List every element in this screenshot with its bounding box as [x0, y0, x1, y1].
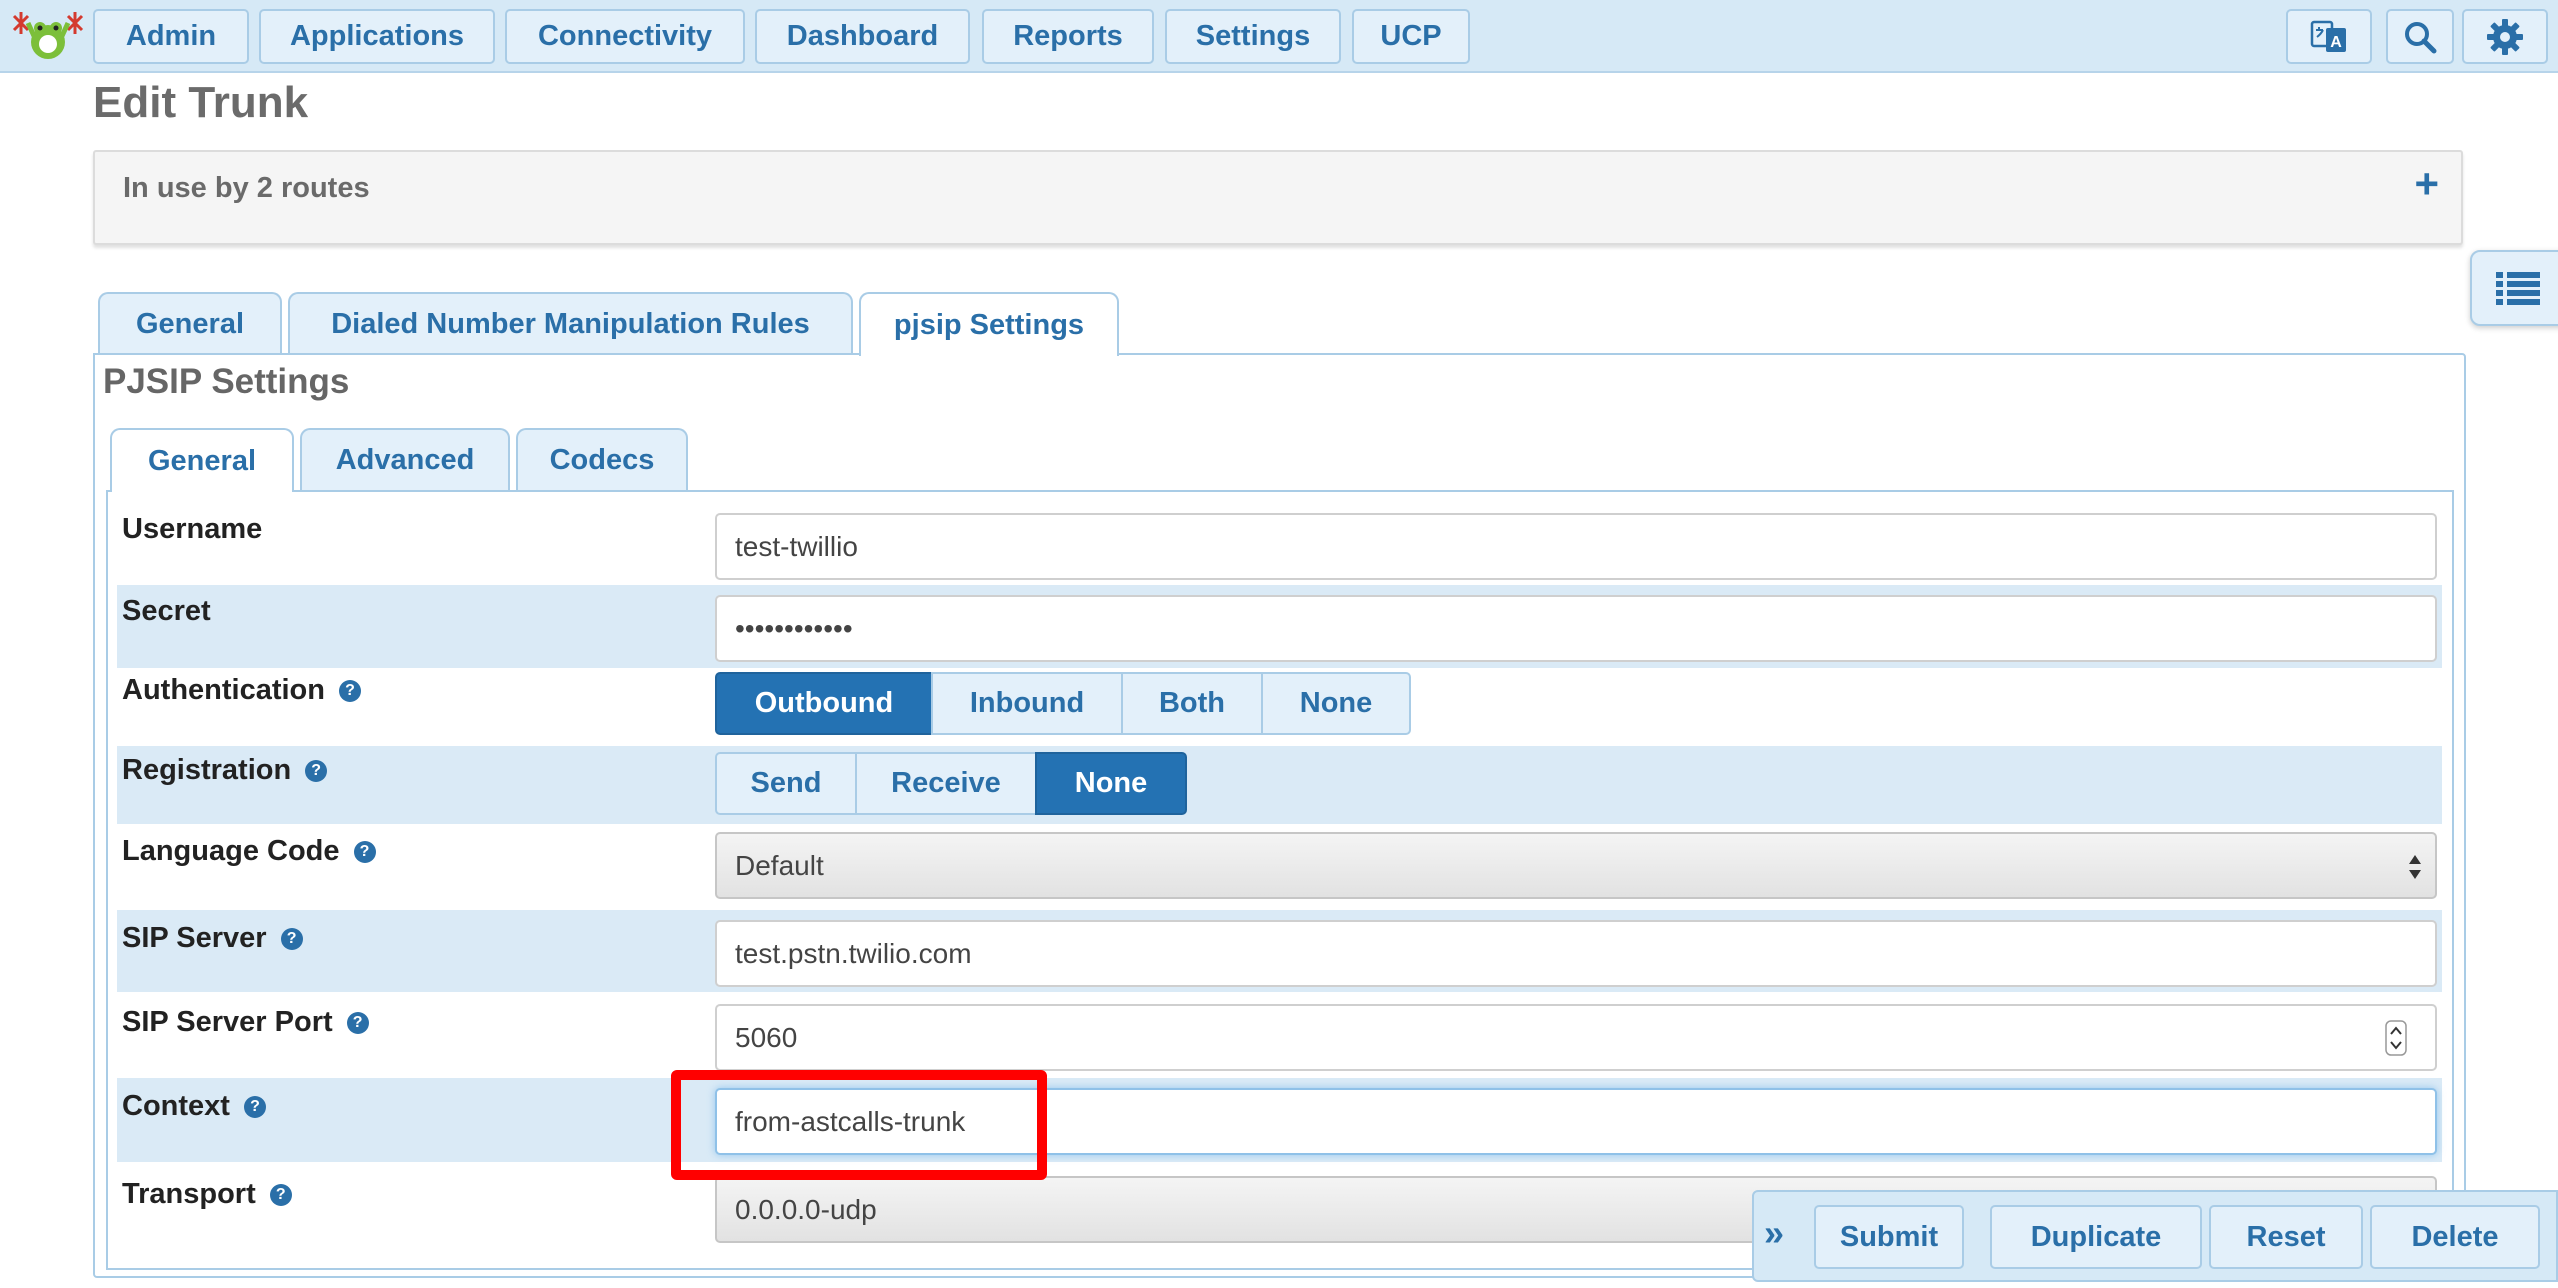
reset-button[interactable]: Reset	[2209, 1205, 2363, 1269]
settings-gear-button[interactable]	[2462, 9, 2548, 64]
freepbx-logo[interactable]	[8, 6, 88, 66]
registration-label: Registration ?	[122, 754, 328, 787]
transport-label: Transport ?	[122, 1178, 292, 1211]
sip-server-port-input[interactable]	[715, 1004, 2437, 1071]
language-code-value: Default	[735, 849, 824, 881]
registration-toggle-group: Send Receive None	[715, 752, 1187, 815]
sip-server-port-wrapper	[715, 1004, 2437, 1071]
sip-server-label: SIP Server ?	[122, 922, 303, 955]
section-title: PJSIP Settings	[103, 362, 350, 401]
gear-icon	[2487, 18, 2523, 55]
delete-button[interactable]: Delete	[2370, 1205, 2540, 1269]
secret-label: Secret	[122, 595, 211, 628]
subtab-advanced[interactable]: Advanced	[300, 428, 510, 490]
sip-server-input[interactable]	[715, 920, 2437, 987]
reg-send-button[interactable]: Send	[715, 752, 857, 815]
auth-outbound-button[interactable]: Outbound	[715, 672, 933, 735]
help-icon[interactable]: ?	[305, 759, 328, 782]
nav-dashboard[interactable]: Dashboard	[755, 9, 970, 64]
help-icon[interactable]: ?	[280, 927, 303, 950]
row-registration-bg	[117, 746, 2442, 824]
language-button[interactable]: A	[2286, 9, 2372, 64]
nav-applications[interactable]: Applications	[259, 9, 495, 64]
subtab-general[interactable]: General	[110, 428, 294, 492]
secret-label-text: Secret	[122, 595, 211, 627]
registration-label-text: Registration	[122, 754, 292, 786]
language-code-label: Language Code ?	[122, 835, 376, 868]
sip-server-port-label: SIP Server Port ?	[122, 1006, 369, 1039]
tab-dialed-number-manipulation-rules[interactable]: Dialed Number Manipulation Rules	[288, 292, 853, 354]
search-icon	[2405, 21, 2437, 53]
floating-action-bar: » Submit Duplicate Reset Delete	[1752, 1190, 2558, 1282]
routes-usage-panel[interactable]: In use by 2 routes +	[93, 150, 2463, 245]
submit-button[interactable]: Submit	[1814, 1205, 1964, 1269]
routes-usage-text: In use by 2 routes	[123, 172, 370, 204]
auth-both-button[interactable]: Both	[1121, 672, 1263, 735]
language-code-label-text: Language Code	[122, 835, 340, 867]
reg-none-button[interactable]: None	[1035, 752, 1187, 815]
authentication-toggle-group: Outbound Inbound Both None	[715, 672, 1411, 735]
context-label: Context ?	[122, 1090, 266, 1123]
translate-icon: A	[2310, 20, 2346, 52]
expand-plus-icon[interactable]: +	[2414, 160, 2439, 208]
svg-text:A: A	[2330, 34, 2342, 51]
top-navbar: Admin Applications Connectivity Dashboar…	[0, 0, 2558, 73]
side-list-toggle[interactable]	[2470, 250, 2558, 326]
page-title: Edit Trunk	[93, 78, 309, 127]
transport-label-text: Transport	[122, 1178, 256, 1210]
nav-ucp[interactable]: UCP	[1352, 9, 1470, 64]
nav-settings[interactable]: Settings	[1165, 9, 1341, 64]
sip-server-port-label-text: SIP Server Port	[122, 1006, 333, 1038]
help-icon[interactable]: ?	[269, 1183, 292, 1206]
reg-receive-button[interactable]: Receive	[855, 752, 1037, 815]
authentication-label: Authentication ?	[122, 674, 361, 707]
nav-admin[interactable]: Admin	[93, 9, 249, 64]
search-button[interactable]	[2386, 9, 2454, 64]
auth-inbound-button[interactable]: Inbound	[931, 672, 1123, 735]
sip-server-label-text: SIP Server	[122, 922, 267, 954]
tab-pjsip-settings[interactable]: pjsip Settings	[859, 292, 1119, 356]
list-icon	[2495, 272, 2540, 305]
context-label-text: Context	[122, 1090, 230, 1122]
help-icon[interactable]: ?	[339, 679, 361, 702]
secret-input[interactable]	[715, 595, 2437, 662]
auth-none-button[interactable]: None	[1261, 672, 1411, 735]
language-code-select[interactable]: Default	[715, 832, 2437, 899]
nav-reports[interactable]: Reports	[982, 9, 1154, 64]
highlight-annotation-box	[671, 1070, 1047, 1180]
username-input[interactable]	[715, 513, 2437, 580]
select-arrows-icon	[2409, 855, 2421, 879]
help-icon[interactable]: ?	[346, 1011, 369, 1034]
number-spinner-icon[interactable]	[2385, 1020, 2407, 1056]
help-icon[interactable]: ?	[353, 840, 376, 863]
collapse-chevron-icon[interactable]: »	[1764, 1212, 1784, 1254]
help-icon[interactable]: ?	[243, 1095, 266, 1118]
authentication-label-text: Authentication	[122, 674, 325, 706]
username-label: Username	[122, 513, 262, 546]
nav-connectivity[interactable]: Connectivity	[505, 9, 745, 64]
transport-value: 0.0.0.0-udp	[735, 1193, 877, 1225]
duplicate-button[interactable]: Duplicate	[1990, 1205, 2202, 1269]
username-label-text: Username	[122, 513, 263, 545]
subtab-codecs[interactable]: Codecs	[516, 428, 688, 490]
tab-general[interactable]: General	[98, 292, 282, 354]
